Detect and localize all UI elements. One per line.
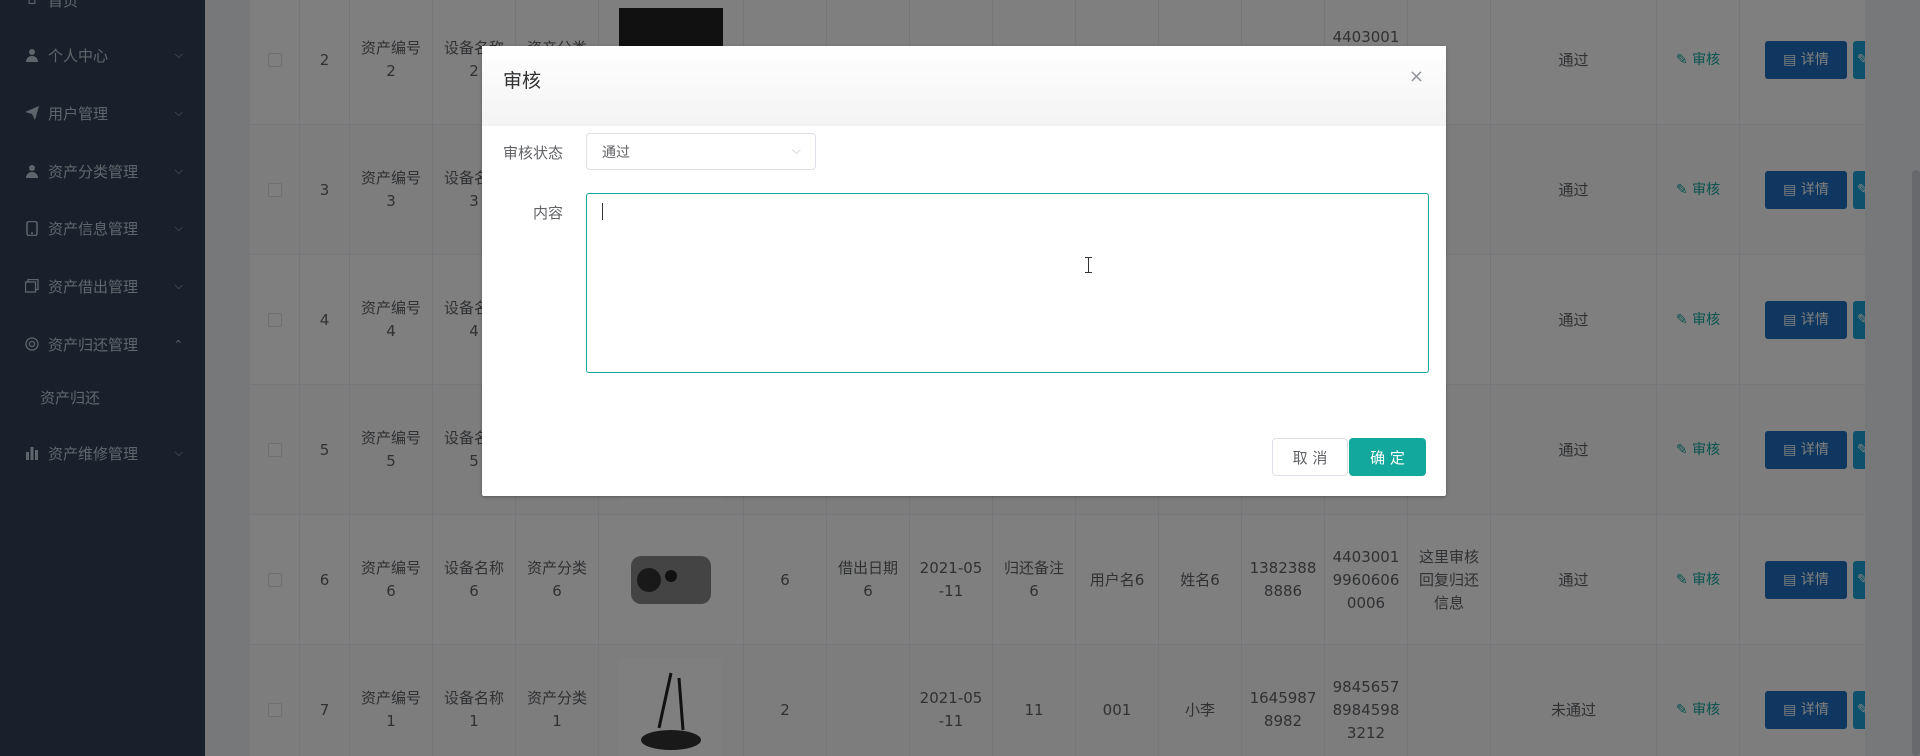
cancel-button[interactable]: 取 消 <box>1272 438 1348 476</box>
audit-dialog: 审核 × 审核状态 通过 ⌵ 内容 取 消 确 定 <box>482 46 1446 496</box>
content-label: 内容 <box>532 204 563 222</box>
text-cursor <box>602 203 603 220</box>
close-icon[interactable]: × <box>1409 66 1424 87</box>
status-select-value: 通过 <box>602 144 630 161</box>
dialog-title: 审核 <box>503 70 542 92</box>
status-label: 审核状态 <box>502 144 563 162</box>
confirm-button[interactable]: 确 定 <box>1349 438 1426 476</box>
mouse-ibeam-cursor <box>1085 257 1092 273</box>
content-textarea[interactable] <box>586 193 1429 373</box>
chevron-down-icon: ⌵ <box>791 143 801 157</box>
dialog-header: 审核 × <box>482 46 1446 126</box>
status-select[interactable]: 通过 ⌵ <box>586 133 816 170</box>
